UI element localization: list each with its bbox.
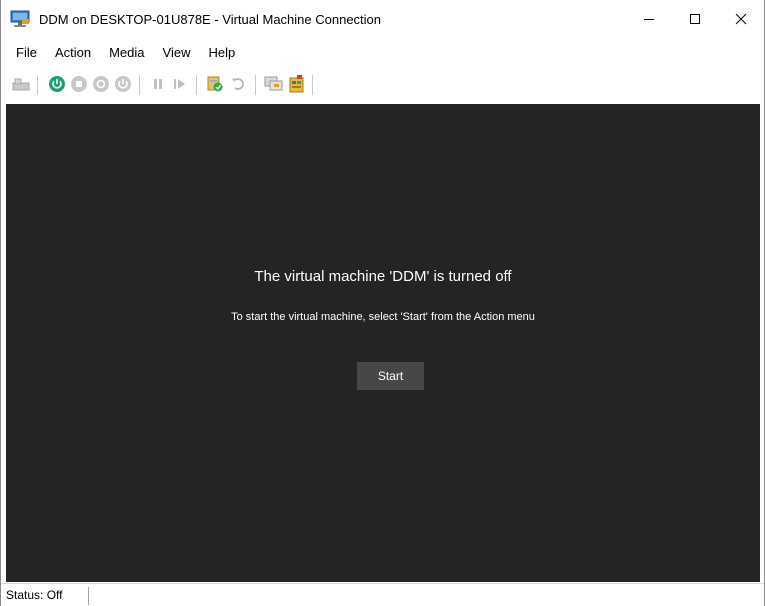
save-icon (115, 76, 131, 92)
save-state-button[interactable] (112, 73, 134, 95)
status-separator (88, 587, 89, 605)
shut-down-icon (93, 76, 109, 92)
shut-down-button[interactable] (90, 73, 112, 95)
start-toolbar-button[interactable] (46, 73, 68, 95)
ctrl-alt-del-button[interactable] (10, 73, 32, 95)
share-button[interactable] (286, 73, 308, 95)
maximize-button[interactable] (672, 0, 718, 38)
enhanced-session-icon (264, 76, 283, 91)
toolbar-separator (312, 75, 313, 95)
menu-file[interactable]: File (7, 41, 46, 64)
checkpoint-button[interactable] (204, 73, 226, 95)
ctrl-alt-del-icon (12, 78, 30, 91)
revert-icon (232, 78, 244, 90)
turn-off-icon (71, 76, 87, 92)
share-icon (289, 75, 304, 93)
reset-icon (174, 79, 185, 89)
revert-button[interactable] (227, 73, 249, 95)
minimize-icon (644, 19, 654, 20)
close-button[interactable] (718, 0, 764, 38)
menu-help[interactable]: Help (199, 41, 244, 64)
turn-off-button[interactable] (68, 73, 90, 95)
status-text: Status: Off (6, 588, 63, 602)
toolbar (1, 66, 764, 104)
pause-icon (154, 79, 162, 89)
vm-connection-window: DDM on DESKTOP-01U878E - Virtual Machine… (0, 0, 765, 606)
toolbar-separator (196, 75, 197, 95)
menu-view[interactable]: View (154, 41, 200, 64)
minimize-button[interactable] (626, 0, 672, 38)
maximize-icon (690, 14, 700, 24)
reset-button[interactable] (169, 73, 191, 95)
toolbar-separator (255, 75, 256, 95)
status-bar: Status: Off (1, 583, 764, 606)
toolbar-separator (139, 75, 140, 95)
window-title: DDM on DESKTOP-01U878E - Virtual Machine… (39, 12, 382, 27)
start-button[interactable]: Start (357, 362, 424, 390)
vm-start-instructions: To start the virtual machine, select 'St… (231, 311, 535, 323)
menu-action[interactable]: Action (46, 41, 100, 64)
vm-display-area[interactable]: The virtual machine 'DDM' is turned off … (6, 104, 760, 582)
close-icon (735, 13, 747, 25)
enhanced-session-button[interactable] (263, 73, 285, 95)
checkpoint-icon (207, 76, 223, 92)
toolbar-separator (37, 75, 38, 95)
menu-media[interactable]: Media (100, 41, 153, 64)
menu-bar: File Action Media View Help (1, 38, 764, 66)
start-icon (49, 76, 65, 92)
title-bar: DDM on DESKTOP-01U878E - Virtual Machine… (1, 0, 764, 38)
pause-button[interactable] (147, 73, 169, 95)
vm-connection-app-icon (10, 10, 30, 28)
vm-status-heading: The virtual machine 'DDM' is turned off (254, 268, 512, 285)
